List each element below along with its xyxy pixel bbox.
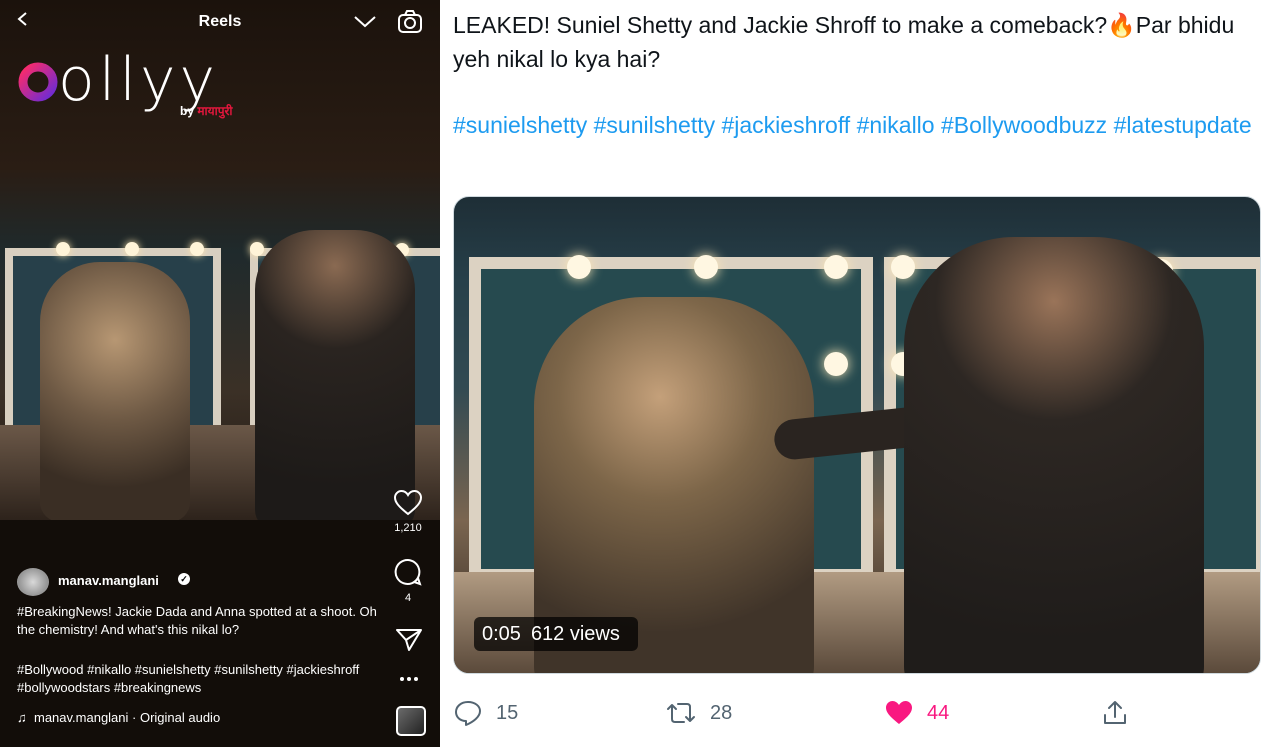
reel-panel: Reels by मायापुरी ollyy 1,210 4 manav.ma… — [0, 0, 440, 747]
share-upload-icon — [1104, 701, 1126, 724]
retweet-button[interactable]: 28 — [666, 695, 732, 731]
tweet-actions: 15 28 44 — [440, 695, 1280, 731]
person-right — [255, 230, 415, 530]
logo-b-mark — [18, 40, 58, 102]
like-count: 44 — [927, 701, 950, 724]
audio-info[interactable]: ♫ manav.manglani · Original audio — [17, 709, 377, 727]
person-right — [904, 237, 1204, 673]
mirror-bulb — [824, 255, 848, 279]
heart-icon[interactable] — [394, 490, 422, 516]
video-views: 612 views — [530, 623, 620, 645]
audio-thumbnail[interactable] — [396, 706, 426, 736]
person-left — [40, 262, 190, 522]
reel-comment[interactable]: 4 — [378, 558, 438, 604]
audio-label: manav.manglani · Original audio — [33, 710, 221, 725]
comment-count: 4 — [404, 592, 412, 604]
reel-caption: #BreakingNews! Jackie Dada and Anna spot… — [17, 604, 377, 637]
avatar[interactable] — [17, 568, 49, 596]
mirror-bulb — [250, 242, 264, 256]
camera-icon[interactable] — [397, 10, 423, 34]
reel-like[interactable]: 1,210 — [378, 490, 438, 534]
more-icon[interactable] — [399, 676, 419, 682]
mirror-bulb — [694, 255, 718, 279]
username[interactable]: manav.manglani — [58, 572, 159, 590]
logo-wordmark: ollyy — [58, 45, 220, 115]
mirror-bulb — [125, 242, 139, 256]
verified-badge-icon: ✓ — [178, 573, 190, 585]
like-count: 1,210 — [394, 522, 422, 534]
tweet-panel: LEAKED! Suniel Shetty and Jackie Shroff … — [440, 0, 1280, 747]
mirror-bulb — [56, 242, 70, 256]
mirror-bulb — [824, 352, 848, 376]
chevron-down-icon[interactable] — [353, 12, 377, 30]
comment-icon[interactable] — [394, 558, 422, 586]
tweet-video[interactable]: 0:05 612 views — [453, 196, 1261, 674]
share-icon[interactable] — [396, 628, 422, 652]
mirror-bulb — [891, 255, 915, 279]
video-time: 0:05 — [482, 623, 521, 645]
mirror-bulb — [567, 255, 591, 279]
retweet-count: 28 — [710, 701, 733, 724]
retweet-icon — [667, 703, 695, 723]
reply-count: 15 — [496, 701, 519, 724]
like-button[interactable]: 44 — [885, 695, 949, 731]
share-button[interactable] — [1102, 695, 1142, 731]
music-note-icon: ♫ — [17, 710, 27, 725]
mirror-bulb — [190, 242, 204, 256]
reply-button[interactable]: 15 — [454, 695, 518, 731]
tweet-text: LEAKED! Suniel Shetty and Jackie Shroff … — [453, 12, 1235, 72]
reply-icon — [455, 701, 481, 726]
tweet-hashtags[interactable]: #sunielshetty #sunilshetty #jackieshroff… — [453, 108, 1253, 142]
bollyy-logo: by मायापुरी ollyy — [18, 38, 248, 120]
heart-filled-icon — [886, 701, 912, 724]
video-info-badge: 0:05 612 views — [474, 617, 638, 651]
reel-tags[interactable]: #Bollywood #nikallo #sunielshetty #sunil… — [17, 661, 377, 697]
